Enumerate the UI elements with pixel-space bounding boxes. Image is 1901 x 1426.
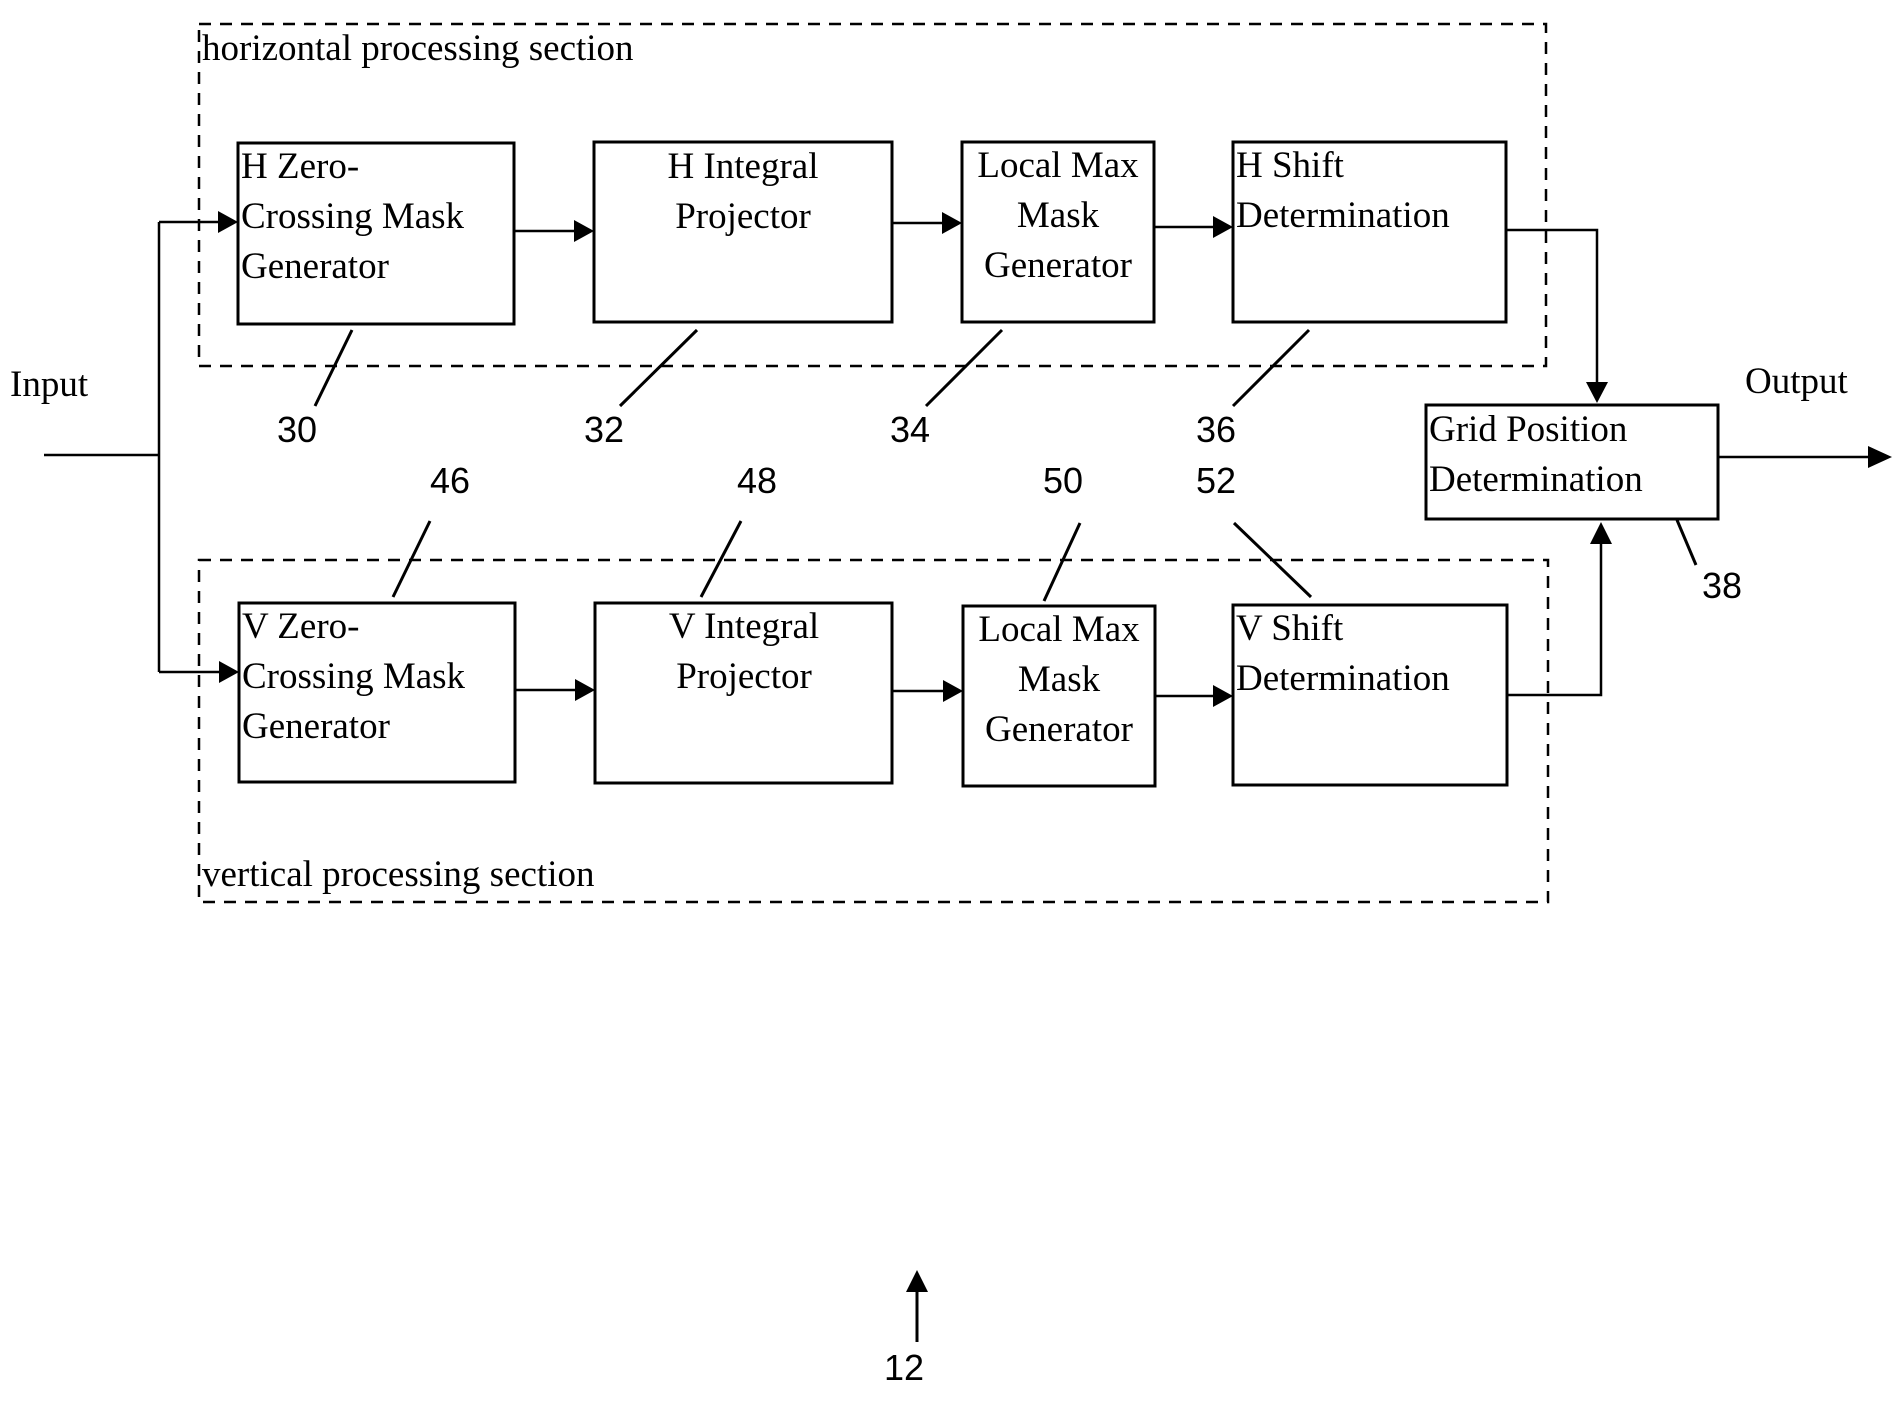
block-label-line: Generator (985, 709, 1133, 750)
horizontal-section-label: horizontal processing section (202, 28, 634, 69)
block-label-line: Generator (241, 246, 389, 287)
leader-line-32 (618, 328, 699, 408)
block-label-line: Determination (1236, 658, 1450, 699)
arrowhead-icon (942, 212, 962, 234)
arrowhead-icon (574, 220, 594, 242)
h-local-max-mask-generator: Local Max Mask Generator (960, 140, 1156, 324)
ref-numeral-50: 50 (1043, 460, 1083, 501)
h-zero-crossing-mask-generator: H Zero- Crossing Mask Generator (236, 141, 516, 326)
arrow-up-icon (906, 1270, 928, 1292)
h-shift-to-grid-wire (1506, 228, 1599, 382)
leader-line-34 (924, 328, 1004, 408)
block-label-line: Projector (675, 196, 811, 237)
block-label-line: Grid Position (1429, 409, 1627, 450)
block-label-line: Local Max (977, 145, 1139, 186)
block-label-line: Crossing Mask (242, 656, 466, 697)
ref-numeral-34: 34 (890, 409, 930, 450)
ref-numeral-32: 32 (584, 409, 624, 450)
leader-line-50 (1042, 522, 1082, 602)
block-label-line: V Zero- (242, 606, 359, 647)
leader-line-38 (1675, 519, 1698, 566)
block-label-line: Determination (1429, 459, 1643, 500)
ref-numeral-30: 30 (277, 409, 317, 450)
ref-numeral-52: 52 (1196, 460, 1236, 501)
arrowhead-icon (575, 679, 595, 701)
ref-numeral-48: 48 (737, 460, 777, 501)
input-line (44, 222, 161, 672)
block-diagram: horizontal processing section vertical p… (10, 22, 1892, 1388)
block-label-line: Local Max (978, 609, 1140, 650)
input-label: Input (10, 364, 89, 405)
h-integral-projector: H Integral Projector (592, 140, 894, 324)
v-shift-determination: V Shift Determination (1231, 603, 1509, 787)
block-label-line: H Integral (667, 146, 818, 187)
figure-ref-numeral: 12 (884, 1347, 924, 1388)
h-shift-determination: H Shift Determination (1231, 140, 1508, 324)
block-label-line: H Zero- (241, 146, 359, 187)
ref-numeral-38: 38 (1702, 565, 1742, 606)
v-local-max-mask-generator: Local Max Mask Generator (961, 604, 1157, 788)
block-label-line: Mask (1017, 195, 1100, 236)
block-label-line: Generator (242, 706, 390, 747)
arrowhead-icon (1868, 446, 1892, 468)
block-label-line: Determination (1236, 195, 1450, 236)
arrowhead-icon (1590, 522, 1612, 544)
ref-numeral-46: 46 (430, 460, 470, 501)
block-label-line: Generator (984, 245, 1132, 286)
leader-line-36 (1231, 328, 1311, 408)
block-label-line: Mask (1018, 659, 1101, 700)
grid-position-determination: Grid Position Determination (1424, 403, 1720, 521)
block-label-line: H Shift (1236, 145, 1345, 186)
arrowhead-icon (1213, 685, 1233, 707)
arrowhead-icon (1213, 216, 1233, 238)
ref-numeral-36: 36 (1196, 409, 1236, 450)
arrowhead-icon (218, 211, 238, 233)
block-label-line: V Shift (1236, 608, 1344, 649)
leader-line-30 (313, 329, 354, 407)
arrowhead-icon (219, 661, 239, 683)
arrowhead-icon (943, 680, 963, 702)
block-label-line: V Integral (669, 606, 819, 647)
v-zero-crossing-mask-generator: V Zero- Crossing Mask Generator (237, 601, 517, 784)
block-label-line: Projector (676, 656, 812, 697)
vertical-section-label: vertical processing section (202, 854, 594, 895)
v-shift-to-grid-wire (1507, 544, 1603, 697)
output-label: Output (1745, 361, 1849, 402)
v-integral-projector: V Integral Projector (593, 601, 894, 785)
block-label-line: Crossing Mask (241, 196, 465, 237)
arrowhead-icon (1586, 382, 1608, 403)
